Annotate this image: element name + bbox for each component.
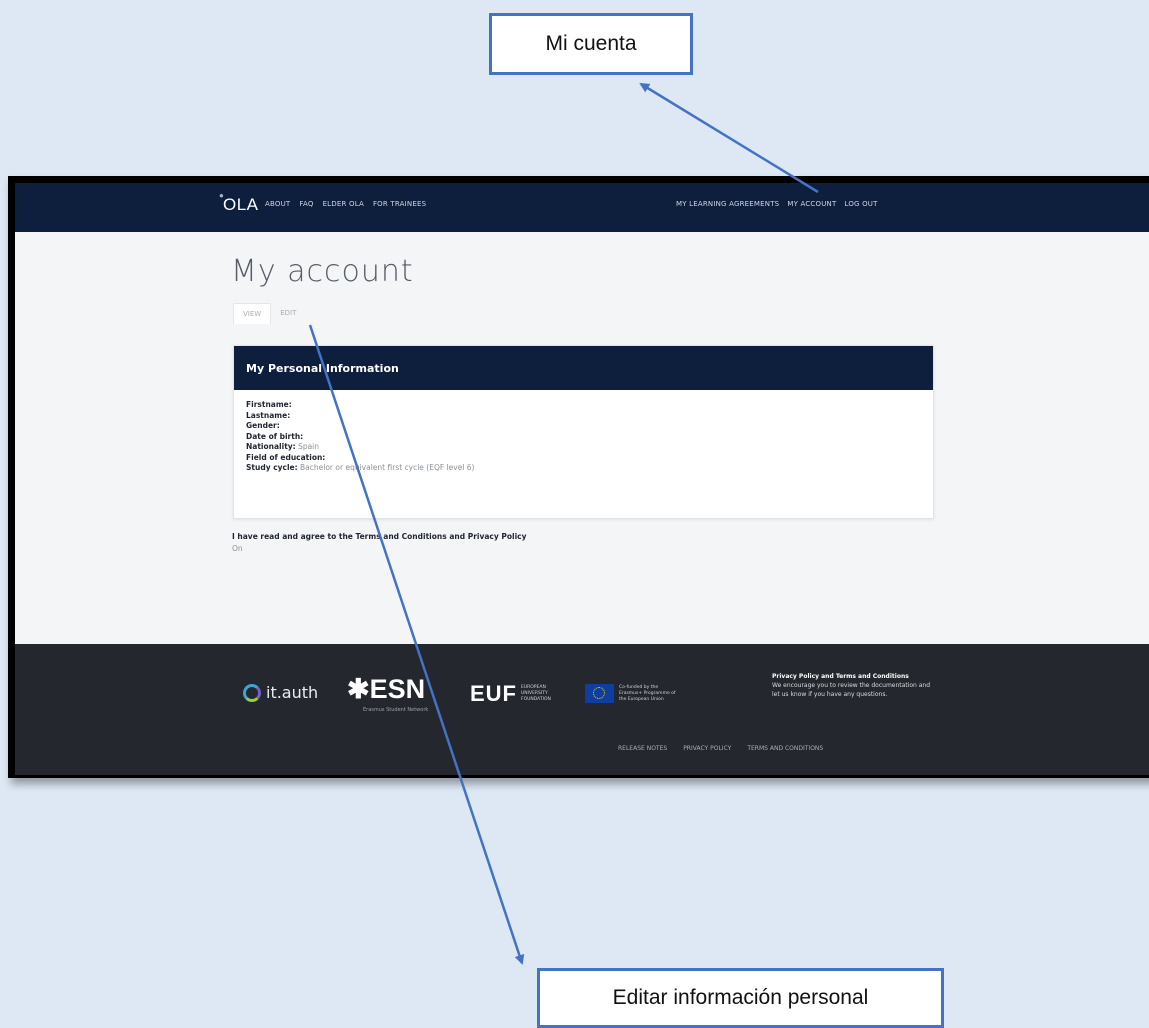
annotation-arrows [308,82,819,965]
callout-editar-informacion: Editar información personal [537,968,944,1028]
arrow-to-edit-tab [308,324,525,965]
arrow-to-my-account [639,82,819,194]
